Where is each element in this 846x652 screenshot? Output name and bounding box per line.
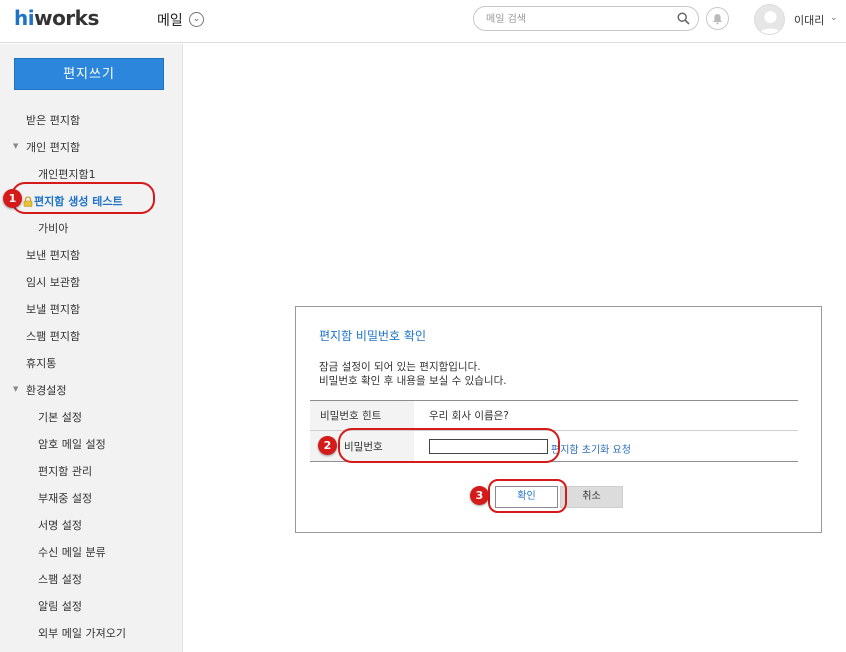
callout-badge-1: 1	[3, 189, 22, 208]
sidebar: 편지쓰기 받은 편지함 ▼ 개인 편지함 개인편지함1 편지함 생성 테스트 가…	[0, 44, 183, 652]
sidebar-item-sent[interactable]: 보낸 편지함	[26, 247, 80, 263]
user-menu-chevron-down-icon[interactable]: ⌄	[830, 13, 838, 23]
sidebar-item-drafts[interactable]: 임시 보관함	[26, 274, 80, 290]
callout-ring-1	[11, 182, 155, 214]
sidebar-item-personal-folders[interactable]: 개인 편지함	[26, 139, 80, 155]
sidebar-item-spam[interactable]: 스팸 편지함	[26, 328, 80, 344]
bell-icon	[713, 14, 722, 25]
app-title[interactable]: 메일	[157, 10, 183, 30]
callout-ring-2	[338, 428, 560, 463]
sidebar-item-gabia[interactable]: 가비아	[38, 220, 68, 236]
sidebar-item-external-mail-import[interactable]: 외부 메일 가져오기	[38, 625, 126, 641]
hint-label: 비밀번호 힌트	[320, 410, 382, 422]
sidebar-item-settings[interactable]: 환경설정	[26, 382, 66, 398]
collapse-arrow-icon[interactable]: ▼	[13, 385, 18, 393]
dialog-title: 편지함 비밀번호 확인	[319, 329, 426, 343]
callout-ring-3	[488, 479, 567, 513]
cancel-button[interactable]: 취소	[560, 486, 623, 508]
callout-badge-3: 3	[470, 486, 489, 505]
app-switcher-chevron-icon[interactable]: ⌄	[189, 12, 204, 27]
hint-value: 우리 회사 이름은?	[429, 410, 509, 422]
sidebar-item-away-settings[interactable]: 부재중 설정	[38, 490, 92, 506]
sidebar-item-signature-settings[interactable]: 서명 설정	[38, 517, 82, 533]
notification-button[interactable]	[706, 7, 729, 30]
sidebar-item-notification-settings[interactable]: 알림 설정	[38, 598, 82, 614]
sidebar-item-encrypted-mail-settings[interactable]: 암호 메일 설정	[38, 436, 106, 452]
dialog-description-line-1: 잠금 설정이 되어 있는 편지함입니다.	[319, 361, 481, 373]
callout-badge-2: 2	[318, 436, 337, 455]
mail-search-box	[473, 6, 699, 31]
sidebar-item-incoming-filter[interactable]: 수신 메일 분류	[38, 544, 106, 560]
top-header: hiworks 메일 ⌄ 이대리 ⌄	[0, 0, 846, 43]
hiworks-logo[interactable]: hiworks	[14, 6, 99, 30]
folder-reset-request-link[interactable]: 편지함 초기화 요청	[551, 441, 631, 456]
sidebar-item-trash[interactable]: 휴지통	[26, 355, 56, 371]
sidebar-item-personal-folder-1[interactable]: 개인편지함1	[38, 166, 96, 182]
search-icon[interactable]	[677, 12, 690, 25]
collapse-arrow-icon[interactable]: ▼	[13, 142, 18, 150]
compose-button[interactable]: 편지쓰기	[14, 58, 164, 90]
sidebar-item-outbox[interactable]: 보낼 편지함	[26, 301, 80, 317]
sidebar-item-basic-settings[interactable]: 기본 설정	[38, 409, 82, 425]
sidebar-item-inbox[interactable]: 받은 편지함	[26, 112, 80, 128]
mail-search-input[interactable]	[486, 11, 671, 27]
dialog-description-line-2: 비밀번호 확인 후 내용을 보실 수 있습니다.	[319, 375, 507, 387]
username[interactable]: 이대리	[794, 12, 824, 28]
avatar-icon[interactable]	[754, 4, 785, 35]
sidebar-item-spam-settings[interactable]: 스팸 설정	[38, 571, 82, 587]
sidebar-item-folder-management[interactable]: 편지함 관리	[38, 463, 92, 479]
